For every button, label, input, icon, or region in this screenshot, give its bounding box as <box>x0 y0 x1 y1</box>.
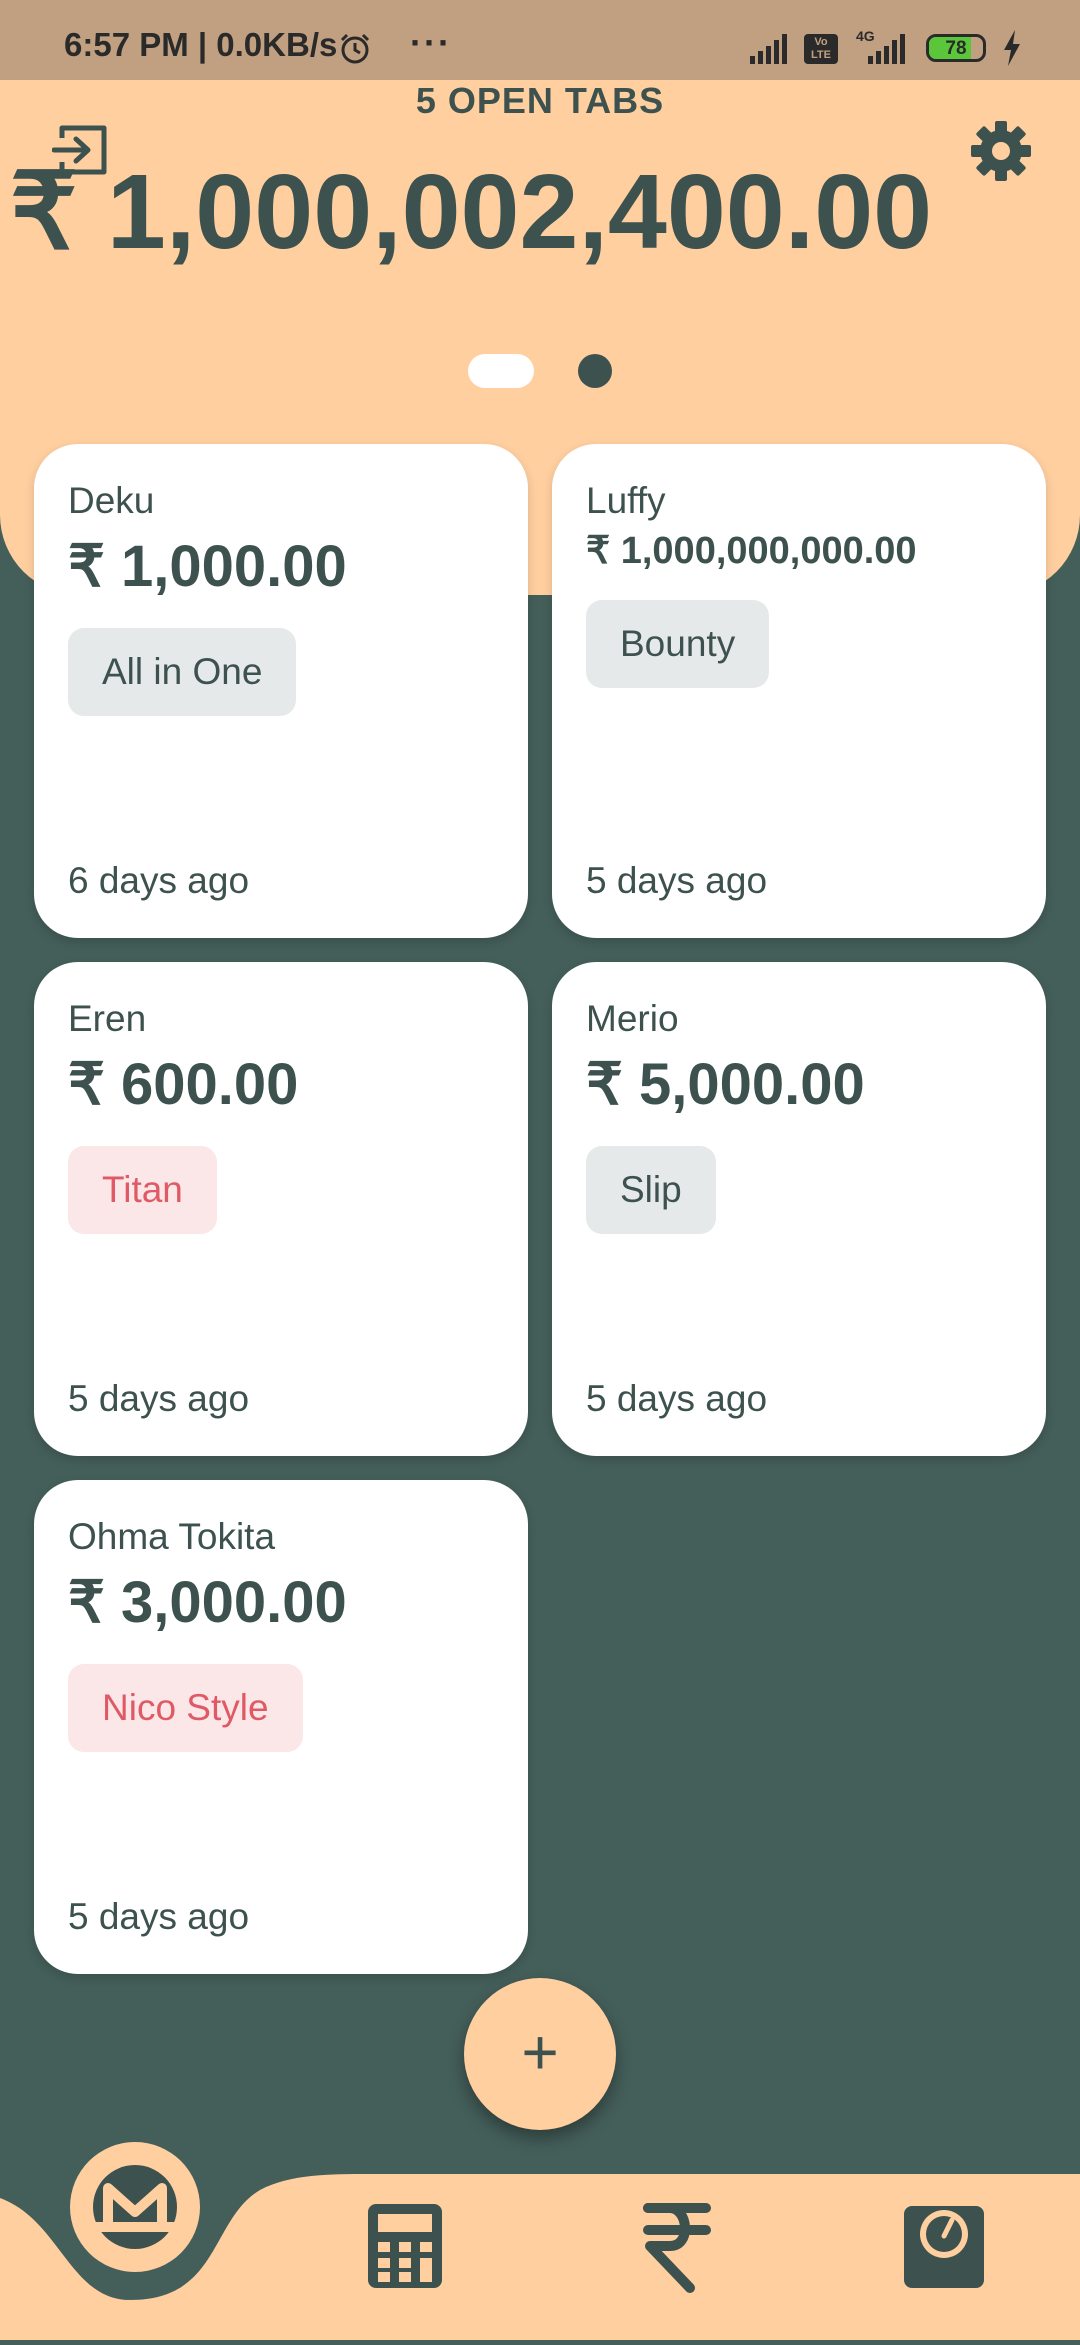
add-tab-button[interactable]: + <box>464 1978 616 2130</box>
page-indicator-dot-1[interactable] <box>468 354 534 388</box>
tab-time: 5 days ago <box>586 860 768 901</box>
gauge-icon <box>904 2206 984 2288</box>
alarm-icon <box>338 32 372 71</box>
tab-card-merio[interactable]: Merio ₹ 5,000.00 Slip 5 days ago <box>552 962 1046 1456</box>
signal-icon <box>750 34 792 69</box>
signal-icon-2 <box>868 34 910 69</box>
tab-tag: Bounty <box>586 600 770 688</box>
tab-amount: ₹ 600.00 <box>68 1052 299 1117</box>
calculator-icon <box>368 2204 442 2288</box>
tab-name: Ohma Tokita <box>68 1516 276 1557</box>
nav-home-button[interactable] <box>70 2142 200 2272</box>
tab-card-eren[interactable]: Eren ₹ 600.00 Titan 5 days ago <box>34 962 528 1456</box>
charging-icon <box>1002 30 1022 71</box>
tab-card-deku[interactable]: Deku ₹ 1,000.00 All in One 6 days ago <box>34 444 528 938</box>
rupee-icon <box>643 2203 711 2293</box>
battery-icon: 78 <box>926 34 986 62</box>
nav-calculator-button[interactable] <box>360 2200 450 2290</box>
tab-amount: ₹ 1,000.00 <box>68 534 347 599</box>
tab-name: Merio <box>586 998 679 1039</box>
page-indicator-dot-2[interactable] <box>578 354 612 388</box>
tab-amount: ₹ 1,000,000,000.00 <box>586 530 917 572</box>
tab-amount: ₹ 3,000.00 <box>68 1570 347 1635</box>
tab-tag: Nico Style <box>68 1664 303 1752</box>
nav-meter-button[interactable] <box>898 2196 990 2292</box>
nav-currency-button[interactable] <box>632 2196 722 2296</box>
volte-icon: Vo LTE <box>804 34 838 64</box>
status-time: 6:57 PM | 0.0KB/s <box>64 26 338 63</box>
tab-name: Luffy <box>586 480 666 521</box>
tab-tag: Slip <box>586 1146 716 1234</box>
tab-time: 6 days ago <box>68 860 250 901</box>
monero-icon <box>92 2165 178 2249</box>
tab-time: 5 days ago <box>68 1378 250 1419</box>
tab-tag: Titan <box>68 1146 217 1234</box>
tab-name: Deku <box>68 480 155 521</box>
tab-card-ohma-tokita[interactable]: Ohma Tokita ₹ 3,000.00 Nico Style 5 days… <box>34 1480 528 1974</box>
tab-name: Eren <box>68 998 147 1039</box>
tab-time: 5 days ago <box>68 1896 250 1937</box>
more-icon: ··· <box>410 22 452 63</box>
tab-amount: ₹ 5,000.00 <box>586 1052 865 1117</box>
tab-tag: All in One <box>68 628 297 716</box>
tab-time: 5 days ago <box>586 1378 768 1419</box>
total-amount: ₹ 1,000,002,400.00 <box>10 153 933 271</box>
battery-level: 78 <box>945 38 967 59</box>
tab-card-luffy[interactable]: Luffy ₹ 1,000,000,000.00 Bounty 5 days a… <box>552 444 1046 938</box>
open-tabs-title: 5 OPEN TABS <box>415 80 665 121</box>
